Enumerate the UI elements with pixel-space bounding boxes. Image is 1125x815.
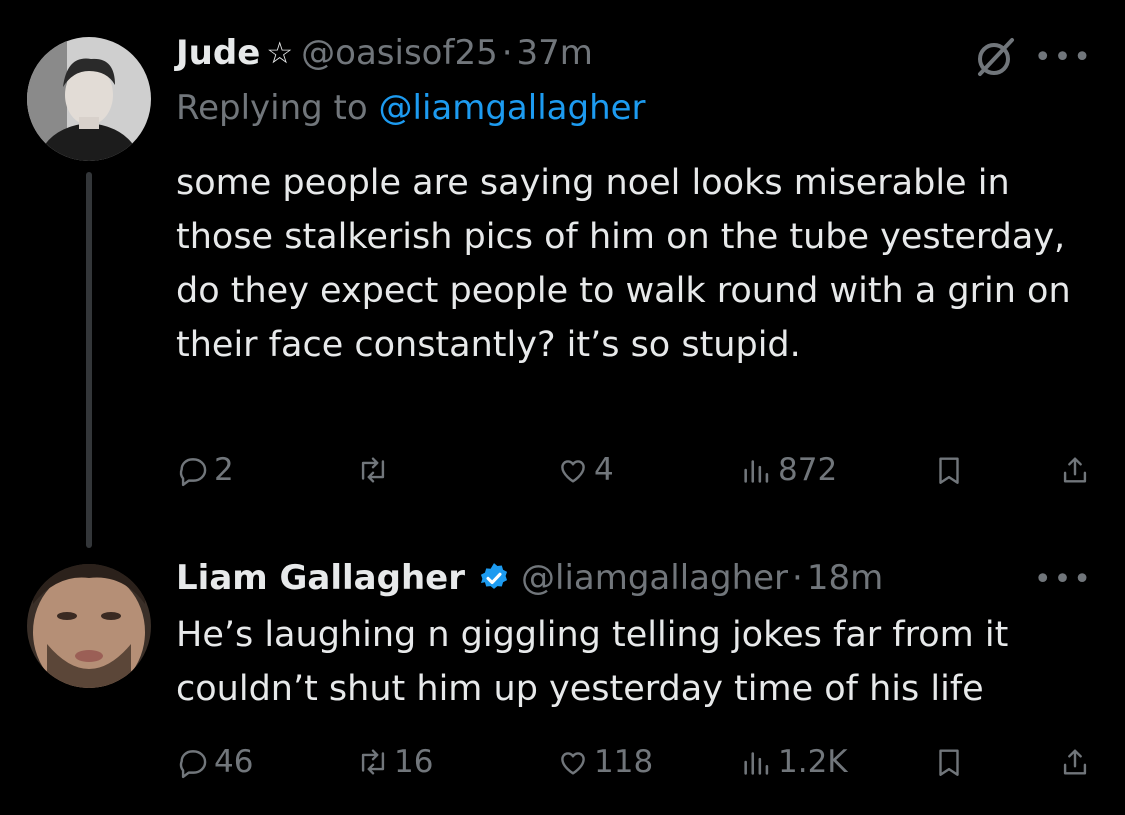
- bookmark-button[interactable]: [932, 448, 970, 492]
- views-icon: [744, 752, 769, 775]
- more-options-icon[interactable]: •••: [1034, 40, 1093, 75]
- handle[interactable]: @oasisof25: [301, 33, 498, 73]
- handle[interactable]: @liamgallagher: [521, 558, 788, 598]
- retweet-button[interactable]: 16: [356, 740, 433, 784]
- tweet-liam[interactable]: Liam Gallagher @liamgallagher · 18m ••• …: [0, 540, 1125, 815]
- timestamp[interactable]: 37m: [517, 33, 593, 73]
- action-bar: 46 16 118 1.2K: [176, 740, 1096, 784]
- display-name[interactable]: Jude: [176, 33, 260, 73]
- like-count: 4: [594, 452, 614, 488]
- tweet-text: He’s laughing n giggling telling jokes f…: [176, 615, 1009, 709]
- like-count: 118: [594, 744, 654, 780]
- bookmark-icon: [939, 457, 959, 484]
- like-icon: [561, 460, 585, 483]
- thread-line: [86, 172, 92, 548]
- views-icon: [744, 460, 769, 483]
- views-count: 1.2K: [778, 744, 848, 780]
- more-options-icon[interactable]: •••: [1034, 562, 1093, 597]
- tweet-header: Liam Gallagher @liamgallagher · 18m: [176, 555, 883, 601]
- like-icon: [561, 752, 585, 775]
- views-button[interactable]: 1.2K: [740, 740, 848, 784]
- retweet-icon: [361, 457, 385, 483]
- display-name[interactable]: Liam Gallagher: [176, 558, 465, 598]
- tweet-header: Jude ☆ @oasisof25 · 37m: [176, 30, 593, 76]
- retweet-button[interactable]: [356, 448, 394, 492]
- avatar-jude[interactable]: [27, 37, 151, 161]
- reply-icon: [179, 458, 207, 487]
- views-button[interactable]: 872: [740, 448, 837, 492]
- avatar-liam[interactable]: [27, 564, 151, 688]
- reply-count: 2: [214, 452, 234, 488]
- reply-button[interactable]: 2: [176, 448, 234, 492]
- share-button[interactable]: [1058, 740, 1096, 784]
- reply-count: 46: [214, 744, 254, 780]
- bookmark-icon: [939, 749, 959, 776]
- like-button[interactable]: 118: [556, 740, 653, 784]
- grok-icon[interactable]: [972, 34, 1018, 80]
- separator: ·: [501, 33, 513, 73]
- reply-button[interactable]: 46: [176, 740, 253, 784]
- share-button[interactable]: [1058, 448, 1096, 492]
- star-outline-icon: ☆: [266, 35, 294, 71]
- retweet-count: 16: [394, 744, 434, 780]
- views-count: 872: [778, 452, 838, 488]
- action-bar: 2 4 872: [176, 448, 1096, 492]
- verified-badge-icon: [477, 561, 511, 595]
- timestamp[interactable]: 18m: [807, 558, 883, 598]
- tweet-text: some people are saying noel looks misera…: [176, 163, 1071, 365]
- retweet-icon: [361, 749, 385, 775]
- share-icon: [1063, 457, 1087, 483]
- share-icon: [1063, 749, 1087, 775]
- replying-to: Replying to @liamgallagher: [176, 88, 646, 128]
- tweet-jude[interactable]: Jude ☆ @oasisof25 · 37m ••• Replying to …: [0, 0, 1125, 548]
- replying-mention[interactable]: @liamgallagher: [379, 88, 646, 128]
- bookmark-button[interactable]: [932, 740, 970, 784]
- reply-icon: [179, 750, 207, 779]
- like-button[interactable]: 4: [556, 448, 614, 492]
- separator: ·: [792, 558, 803, 598]
- replying-prefix: Replying to: [176, 88, 368, 128]
